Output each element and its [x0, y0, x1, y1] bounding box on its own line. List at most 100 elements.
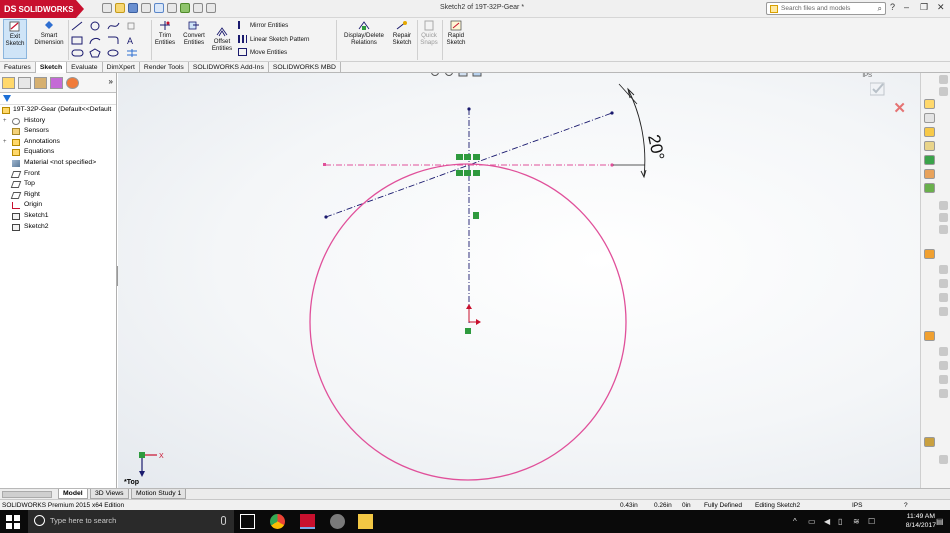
resources-icon[interactable] [924, 113, 935, 123]
task-pane-tool-icon[interactable] [939, 87, 948, 96]
tab-features[interactable]: Features [0, 62, 36, 73]
tab-render-tools[interactable]: Render Tools [140, 62, 189, 73]
section-view-icon[interactable] [472, 73, 482, 77]
feature-manager-tab-icon[interactable] [2, 77, 15, 89]
offset-entities-button[interactable]: Offset Entities [209, 25, 235, 52]
print-icon[interactable] [141, 3, 151, 13]
coincident-relation-icon[interactable] [473, 170, 480, 176]
tab-motion-study[interactable]: Motion Study 1 [131, 489, 187, 499]
display-delete-relations-button[interactable]: Display/Delete Relations [340, 19, 388, 46]
search-scope-icon[interactable] [770, 5, 778, 13]
tree-item-history[interactable]: + History [0, 116, 116, 127]
task-pane-tool-icon[interactable] [939, 389, 948, 398]
confirm-sketch-icon[interactable] [870, 81, 886, 97]
sketch-tool-icon[interactable] [924, 249, 935, 259]
circle-icon[interactable] [89, 21, 103, 31]
tab-mbd[interactable]: SOLIDWORKS MBD [269, 62, 341, 73]
more-tabs-icon[interactable]: » [109, 77, 113, 86]
chrome-icon[interactable] [270, 514, 285, 529]
filter-icon[interactable] [3, 95, 11, 102]
task-pane-tool-icon[interactable] [939, 265, 948, 274]
task-pane-tool-icon[interactable] [939, 361, 948, 370]
task-pane-tool-icon[interactable] [939, 279, 948, 288]
angular-dimension-arc[interactable] [627, 88, 646, 178]
restore-button[interactable]: ❐ [920, 2, 928, 13]
dimxpert-manager-tab-icon[interactable] [50, 77, 63, 89]
tree-item-sketch2[interactable]: Sketch2 [0, 222, 116, 233]
help-icon[interactable]: ? [890, 2, 895, 12]
coincident-relation-icon[interactable] [456, 170, 463, 176]
tree-item-top-plane[interactable]: Top [0, 179, 116, 190]
task-pane-tool-icon[interactable] [939, 375, 948, 384]
expand-icon[interactable]: + [3, 118, 7, 124]
exit-sketch-button[interactable]: Exit Sketch [3, 19, 27, 59]
tab-evaluate[interactable]: Evaluate [67, 62, 103, 73]
arc-icon[interactable] [89, 35, 103, 45]
display-manager-tab-icon[interactable] [66, 77, 79, 89]
battery-icon[interactable]: ▯ [838, 517, 842, 526]
vertical-relation-icon[interactable] [473, 212, 479, 219]
options-icon[interactable] [206, 3, 216, 13]
filter-row[interactable] [0, 93, 116, 105]
tab-addins[interactable]: SOLIDWORKS Add-Ins [189, 62, 269, 73]
task-pane-tool-icon[interactable] [939, 293, 948, 302]
tangent-relation-icon[interactable] [473, 154, 480, 160]
tab-model[interactable]: Model [58, 489, 88, 499]
rebuild-icon[interactable] [180, 3, 190, 13]
tree-root[interactable]: 19T-32P-Gear (Default<<Default [0, 105, 116, 116]
angle-dimension-value[interactable]: 20° [644, 133, 668, 162]
tree-item-origin[interactable]: Origin [0, 200, 116, 211]
tab-sketch[interactable]: Sketch [35, 62, 68, 73]
zoom-to-fit-icon[interactable] [431, 73, 439, 76]
custom-properties-icon[interactable] [924, 183, 935, 193]
appearances-icon[interactable] [924, 169, 935, 179]
convert-entities-button[interactable]: Convert Entities [179, 19, 209, 46]
tree-item-equations[interactable]: Equations [0, 147, 116, 158]
coincident-relation-icon[interactable] [465, 328, 471, 334]
line-endpoint[interactable] [324, 215, 328, 219]
expand-icon[interactable]: + [3, 139, 7, 145]
line-endpoint[interactable] [323, 163, 326, 166]
sketch-canvas[interactable]: 20° X [118, 73, 920, 488]
spline-icon[interactable] [107, 21, 121, 31]
task-pane-tool-icon[interactable] [939, 307, 948, 316]
line-icon[interactable] [71, 21, 85, 31]
search-icon[interactable]: ⌕ [878, 4, 882, 14]
pitch-circle[interactable] [309, 163, 627, 481]
tray-chevron-icon[interactable]: ^ [793, 517, 797, 526]
rectangle-icon[interactable] [71, 35, 85, 45]
select-icon[interactable] [167, 3, 177, 13]
task-pane-tool-icon[interactable] [939, 201, 948, 210]
property-manager-tab-icon[interactable] [18, 77, 31, 89]
task-view-icon[interactable] [240, 514, 255, 529]
line-endpoint[interactable] [610, 111, 614, 115]
trim-entities-button[interactable]: Trim Entities [152, 19, 178, 46]
cancel-sketch-icon[interactable]: ✕ [893, 99, 906, 117]
file-explorer-taskbar-icon[interactable] [358, 514, 373, 529]
design-library-icon[interactable] [924, 127, 935, 137]
tree-item-front-plane[interactable]: Front [0, 169, 116, 180]
task-pane-tool-icon[interactable] [939, 347, 948, 356]
tree-item-sketch1[interactable]: Sketch1 [0, 211, 116, 222]
text-icon[interactable]: A [125, 35, 139, 45]
fix-relation-icon[interactable] [464, 170, 471, 176]
move-entities-button[interactable]: Move Entities [238, 48, 287, 56]
tools-icon[interactable] [924, 437, 935, 447]
linear-sketch-pattern-button[interactable]: Linear Sketch Pattern [238, 35, 310, 43]
point-icon[interactable] [125, 21, 139, 31]
task-pane-tool-icon[interactable] [939, 455, 948, 464]
task-pane-tool-icon[interactable] [939, 75, 948, 84]
centerline-endpoint[interactable] [467, 107, 471, 111]
file-explorer-icon[interactable] [924, 141, 935, 151]
tab-scroll-control[interactable] [2, 491, 52, 498]
task-pane-tool-icon[interactable] [939, 225, 948, 234]
notification-icon[interactable]: ▤ [936, 517, 944, 526]
tree-item-sensors[interactable]: Sensors [0, 126, 116, 137]
feature-tool-icon[interactable] [924, 331, 935, 341]
new-document-icon[interactable] [102, 3, 112, 13]
sketch-fillet-icon[interactable] [107, 35, 121, 45]
tree-item-annotations[interactable]: + Annotations [0, 137, 116, 148]
action-center-icon[interactable]: ☐ [868, 517, 875, 526]
wifi-icon[interactable]: ≋ [853, 517, 860, 526]
network-icon[interactable]: ▭ [808, 517, 816, 526]
